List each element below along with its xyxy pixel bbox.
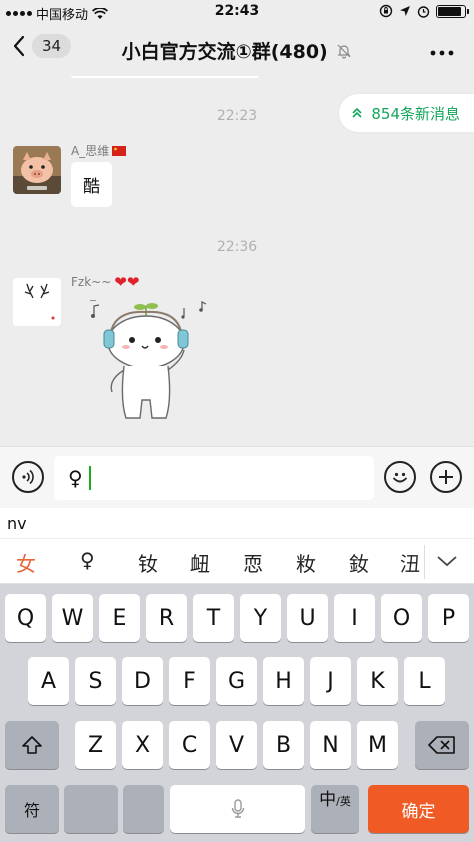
key-c[interactable]: C xyxy=(169,721,210,769)
alarm-icon xyxy=(417,5,430,18)
text-caret xyxy=(88,466,91,490)
previous-message-edge xyxy=(70,76,260,78)
key-f[interactable]: F xyxy=(169,657,210,705)
message-input[interactable]: ♀ xyxy=(54,456,374,500)
message-text: 酷 xyxy=(83,177,100,197)
heart-emoji: ❤❤ xyxy=(114,273,140,291)
key-m[interactable]: M xyxy=(357,721,398,769)
globe-key[interactable] xyxy=(64,785,118,833)
candidate-1[interactable]: 女 xyxy=(16,548,36,577)
more-features-button[interactable] xyxy=(430,461,462,493)
sender-name-text: A_思维 xyxy=(71,144,110,158)
key-w[interactable]: W xyxy=(52,594,93,642)
sender-name: Fzk~~ ❤❤ xyxy=(71,273,139,291)
emoji-key[interactable] xyxy=(123,785,164,833)
candidate-7[interactable]: 釹 xyxy=(349,548,369,577)
sender-name: A_思维 xyxy=(71,142,127,159)
keyboard: Q W E R T Y U I O P A S D F G H J K L Z … xyxy=(0,584,474,842)
antlers-avatar-image xyxy=(13,278,61,326)
timestamp: 22:23 xyxy=(216,108,258,124)
candidate-8[interactable]: 沑 xyxy=(400,548,420,577)
timestamp: 22:36 xyxy=(216,239,258,255)
chat-header: 34 小白官方交流①群(480) xyxy=(0,24,474,76)
key-t[interactable]: T xyxy=(193,594,234,642)
ime-candidate-bar: 女 ♀ 钕 衄 恧 籹 釹 沑 xyxy=(0,538,474,584)
status-right xyxy=(379,4,469,18)
pig-avatar-image xyxy=(13,146,61,194)
key-p[interactable]: P xyxy=(428,594,469,642)
key-q[interactable]: Q xyxy=(5,594,46,642)
key-i[interactable]: I xyxy=(334,594,375,642)
voice-input-button[interactable] xyxy=(12,461,44,493)
key-j[interactable]: J xyxy=(310,657,351,705)
status-bar: 中国移动 22:43 xyxy=(0,0,474,24)
smiley-icon xyxy=(393,472,407,483)
key-k[interactable]: K xyxy=(357,657,398,705)
chat-input-bar: ♀ xyxy=(0,446,474,508)
mute-bell-icon xyxy=(337,44,351,59)
backspace-key[interactable] xyxy=(415,721,469,769)
shift-arrow-icon xyxy=(22,736,42,754)
key-z[interactable]: Z xyxy=(75,721,116,769)
language-switch-key[interactable]: 中 /英 xyxy=(311,785,359,833)
emoji-button[interactable] xyxy=(384,461,416,493)
key-s[interactable]: S xyxy=(75,657,116,705)
avatar[interactable] xyxy=(13,278,61,326)
message-list[interactable]: 854条新消息 22:23 A_思维 酷 22:36 Fzk~~ ❤❤ xyxy=(0,76,474,446)
candidate-4[interactable]: 衄 xyxy=(190,548,210,577)
expand-candidates-button[interactable] xyxy=(436,553,458,572)
key-v[interactable]: V xyxy=(216,721,257,769)
orientation-lock-icon xyxy=(379,4,393,18)
more-dots-icon xyxy=(430,50,454,56)
key-a[interactable]: A xyxy=(28,657,69,705)
symbols-key[interactable]: 符 xyxy=(5,785,59,833)
message-input-text: ♀ xyxy=(68,466,83,490)
message-bubble[interactable]: 酷 xyxy=(71,162,112,207)
candidate-5[interactable]: 恧 xyxy=(243,548,263,577)
shift-key[interactable] xyxy=(5,721,59,769)
key-e[interactable]: E xyxy=(99,594,140,642)
location-icon xyxy=(400,6,410,16)
more-options-button[interactable] xyxy=(430,38,454,58)
candidate-6[interactable]: 籹 xyxy=(296,548,316,577)
music-dance-sticker[interactable] xyxy=(90,300,220,426)
backspace-icon xyxy=(428,736,455,754)
confirm-key[interactable]: 确定 xyxy=(368,785,469,833)
sender-name-text: Fzk~~ xyxy=(71,275,112,289)
candidate-2[interactable]: ♀ xyxy=(80,548,95,572)
language-chinese-label: 中 xyxy=(319,790,337,810)
candidate-divider xyxy=(424,545,425,579)
group-name: 小白官方交流①群(480) xyxy=(121,41,328,63)
microphone-icon xyxy=(231,799,244,818)
key-b[interactable]: B xyxy=(263,721,304,769)
candidate-3[interactable]: 钕 xyxy=(138,548,158,577)
key-d[interactable]: D xyxy=(122,657,163,705)
plus-icon xyxy=(439,470,453,484)
ime-composition-text: nv xyxy=(0,508,474,538)
language-english-label: /英 xyxy=(336,795,351,808)
key-y[interactable]: Y xyxy=(240,594,281,642)
key-o[interactable]: O xyxy=(381,594,422,642)
key-u[interactable]: U xyxy=(287,594,328,642)
key-l[interactable]: L xyxy=(404,657,445,705)
key-n[interactable]: N xyxy=(310,721,351,769)
flag-icon xyxy=(112,145,127,156)
key-g[interactable]: G xyxy=(216,657,257,705)
voice-icon xyxy=(22,469,34,485)
chevron-down-icon xyxy=(437,556,457,567)
key-r[interactable]: R xyxy=(146,594,187,642)
key-h[interactable]: H xyxy=(263,657,304,705)
chat-title: 小白官方交流①群(480) xyxy=(0,37,474,64)
battery-icon xyxy=(436,4,469,18)
key-x[interactable]: X xyxy=(122,721,163,769)
avatar[interactable] xyxy=(13,146,61,194)
space-key[interactable] xyxy=(170,785,305,833)
